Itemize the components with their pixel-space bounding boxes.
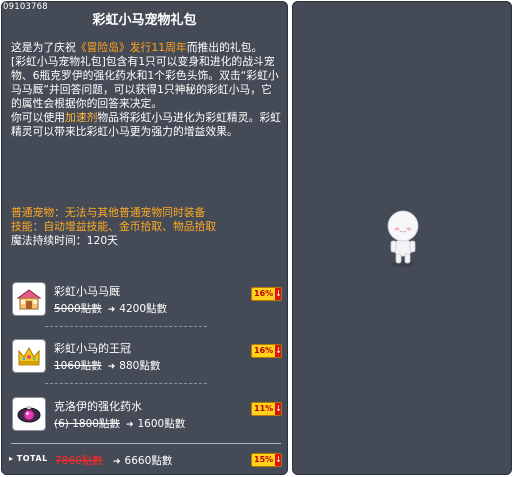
package-description: 这是为了庆祝《冒险岛》发行11周年而推出的礼包。 [彩虹小马宠物礼包]包含有1只… [11, 41, 281, 139]
preview-panel [292, 1, 512, 475]
description-paragraph-1: 这是为了庆祝《冒险岛》发行11周年而推出的礼包。 [11, 41, 281, 55]
price-line: 1060點數 ➜ 880點數 [54, 358, 160, 373]
old-price: 1060點數 [54, 360, 102, 372]
pet-skills: 技能：自动增益技能、金币拾取、物品拾取 [11, 220, 217, 233]
description-paragraph-3: 你可以使用加速剂物品将彩虹小马进化为彩虹精灵。彩虹精灵可以带来比彩虹小马更为强力… [11, 111, 281, 139]
item-name: 彩虹小马的王冠 [54, 342, 131, 355]
item-name: 彩虹小马马厩 [54, 285, 120, 298]
arrow-icon: ➜ [107, 362, 116, 372]
list-item[interactable]: 彩虹小马的王冠 1060點數 ➜ 880點數 16% ↓ [11, 338, 282, 378]
total-old-price: 7860點數 [55, 455, 103, 467]
potion-icon [13, 398, 45, 430]
list-item[interactable]: 克洛伊的强化药水 (6) 1800點數 ➜ 1600點數 11% ↓ [11, 396, 282, 436]
price-line: 5000點數 ➜ 4200點數 [54, 301, 167, 316]
pet-properties: 普通宠物：无法与其他普通宠物同时装备 技能：自动增益技能、金币拾取、物品拾取 魔… [11, 206, 281, 248]
discount-percent: 15% [252, 454, 276, 466]
old-price: (6) 1800點數 [54, 418, 120, 430]
accelerator-highlight: 加速剂 [64, 111, 98, 124]
discount-percent: 16% [252, 288, 276, 300]
item-divider [45, 383, 207, 384]
discount-percent: 16% [252, 345, 276, 357]
down-arrow-icon: ↓ [275, 345, 282, 357]
arrow-icon: ➜ [125, 420, 134, 430]
description-text: 而推出的礼包。 [186, 41, 263, 54]
item-divider [45, 326, 207, 327]
anniversary-highlight: 《冒险岛》发行11周年 [75, 41, 187, 54]
stable-icon [13, 283, 45, 315]
arrow-icon: ➜ [113, 457, 121, 467]
character-preview [387, 210, 419, 267]
discount-badge: 11% ↓ [251, 402, 282, 416]
price-line: (6) 1800點數 ➜ 1600點數 [54, 416, 185, 431]
item-name: 克洛伊的强化药水 [54, 400, 142, 413]
total-discount-badge: 15% ↓ [251, 453, 282, 467]
down-arrow-icon: ↓ [275, 454, 282, 466]
down-arrow-icon: ↓ [275, 403, 282, 415]
total-row: ▸ TOTAL 7860點數 ➜ 6660點數 15% ↓ [7, 451, 283, 469]
description-text: 你可以使用 [11, 111, 65, 124]
pet-type: 普通宠物：无法与其他普通宠物同时装备 [11, 206, 206, 219]
total-divider [11, 443, 281, 444]
total-new-price-value: 6660點數 [124, 455, 173, 467]
item-info-panel: 09103768 彩虹小马宠物礼包 这是为了庆祝《冒险岛》发行11周年而推出的礼… [1, 1, 288, 475]
discount-percent: 11% [252, 403, 276, 415]
new-price: 1600點數 [137, 418, 186, 430]
new-price: 880點數 [119, 360, 161, 372]
discount-badge: 16% ↓ [251, 344, 282, 358]
arrow-icon: ➜ [107, 305, 116, 315]
discount-badge: 16% ↓ [251, 287, 282, 301]
total-label: ▸ TOTAL [9, 454, 48, 463]
new-price: 4200點數 [119, 303, 168, 315]
description-paragraph-2: [彩虹小马宠物礼包]包含有1只可以变身和进化的战斗宠物、6瓶克罗伊的强化药水和1… [11, 55, 279, 110]
down-arrow-icon: ↓ [275, 288, 282, 300]
package-title: 彩虹小马宠物礼包 [92, 13, 197, 28]
list-item[interactable]: 彩虹小马马厩 5000點數 ➜ 4200點數 16% ↓ [11, 281, 282, 321]
old-price: 5000點數 [54, 303, 102, 315]
crown-icon [13, 340, 45, 372]
total-new-price: ➜ 6660點數 [107, 453, 172, 468]
description-text: 这是为了庆祝 [11, 41, 76, 54]
magic-duration: 魔法持续时间：120天 [11, 234, 118, 247]
